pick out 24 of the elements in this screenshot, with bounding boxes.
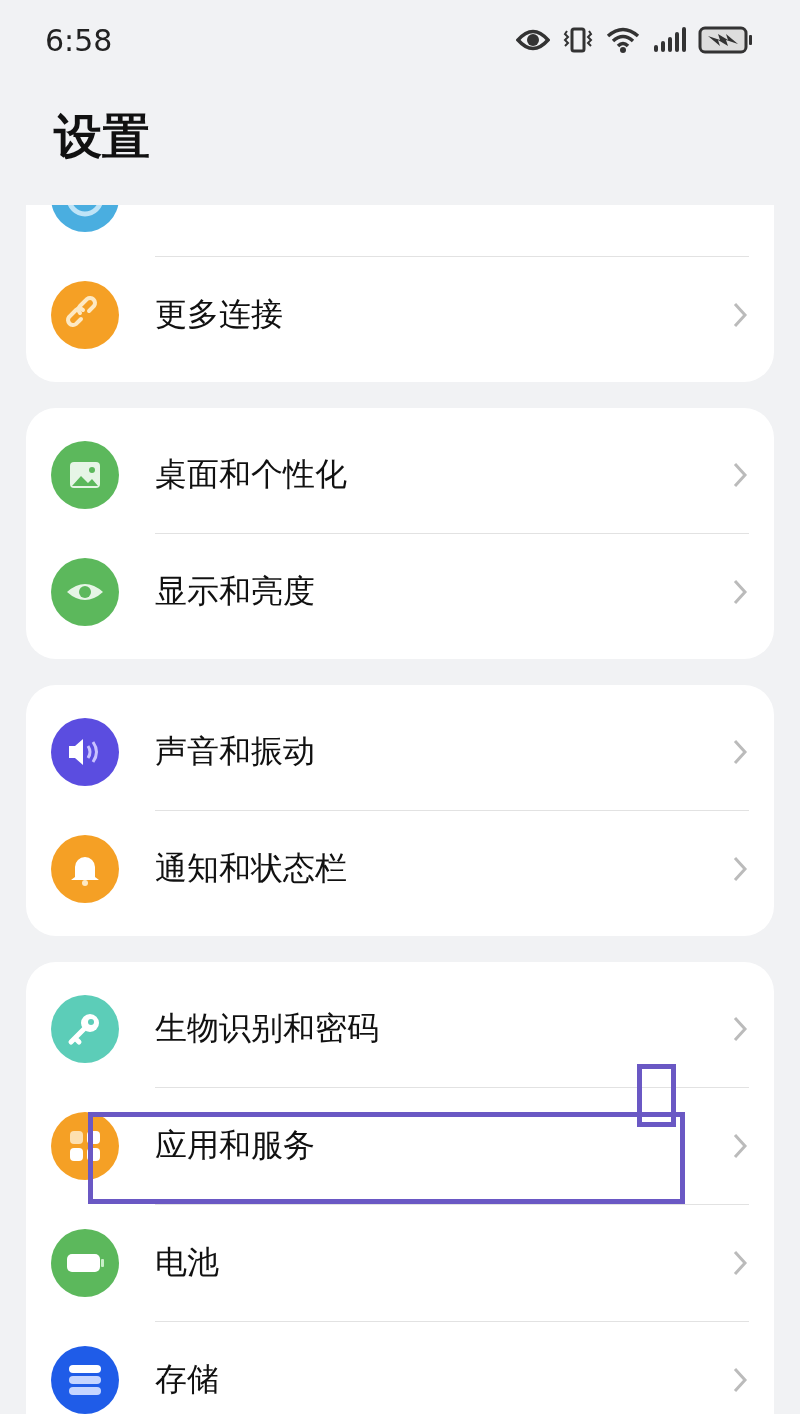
- chevron-icon: [732, 578, 748, 606]
- chevron-icon: [732, 855, 748, 883]
- settings-item[interactable]: 通知和状态栏: [26, 811, 774, 927]
- settings-item[interactable]: 应用和服务: [26, 1088, 774, 1204]
- settings-item[interactable]: 显示和亮度: [26, 534, 774, 650]
- settings-item[interactable]: 声音和振动: [26, 694, 774, 810]
- page-title: 设置: [52, 107, 150, 166]
- settings-item[interactable]: 电池: [26, 1205, 774, 1321]
- chevron-icon: [732, 1132, 748, 1160]
- chevron-icon: [732, 738, 748, 766]
- settings-item[interactable]: 更多连接: [26, 257, 774, 373]
- eye-icon: [516, 29, 550, 51]
- settings-item[interactable]: 桌面和个性化: [26, 417, 774, 533]
- wifi-icon: [606, 27, 640, 53]
- settings-item[interactable]: 存储: [26, 1322, 774, 1414]
- chevron-icon: [732, 301, 748, 329]
- chevron-icon: [732, 1249, 748, 1277]
- settings-item[interactable]: 生物识别和密码: [26, 971, 774, 1087]
- chevron-icon: [732, 1366, 748, 1394]
- status-time: 6:58: [45, 22, 113, 58]
- chevron-icon: [732, 461, 748, 489]
- chevron-icon: [732, 1015, 748, 1043]
- vibrate-icon: [562, 27, 594, 53]
- signal-icon: [652, 27, 686, 53]
